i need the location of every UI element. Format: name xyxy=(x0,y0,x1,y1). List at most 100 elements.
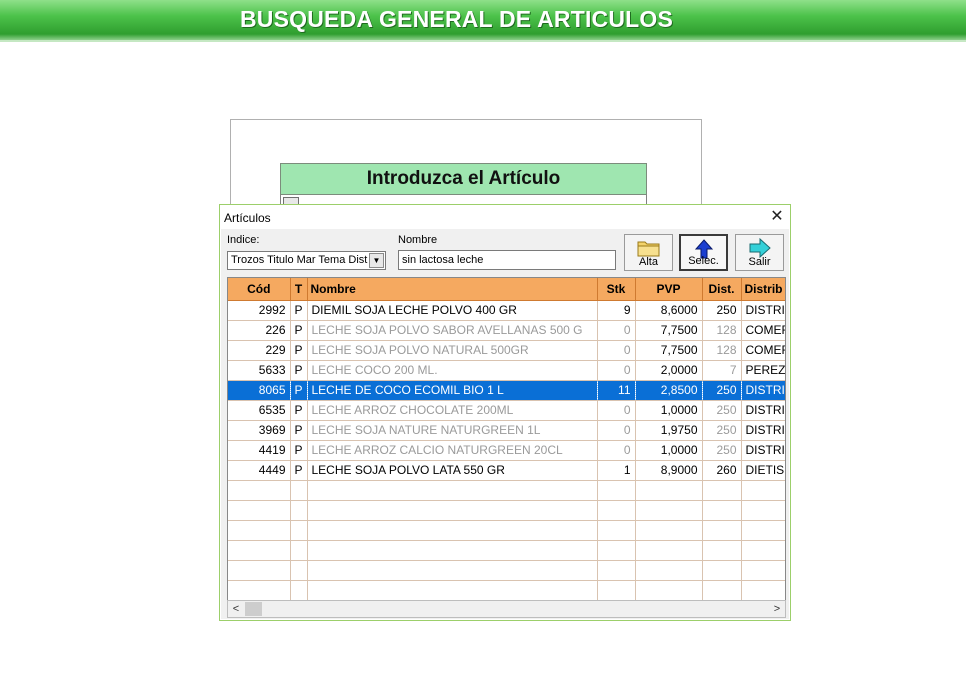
cell-stk: 0 xyxy=(597,400,636,421)
cell-cod: 3969 xyxy=(228,420,291,441)
cell-t: P xyxy=(290,460,308,481)
cell-pvp: 7,7500 xyxy=(635,320,703,341)
table-row[interactable]: 4419 P LECHE ARROZ CALCIO NATURGREEN 20CL 0… xyxy=(228,440,785,461)
cell-nombre: LECHE SOJA NATURE NATURGREEN 1L xyxy=(307,420,598,441)
col-header-stk[interactable]: Stk xyxy=(597,278,636,301)
cell-empty xyxy=(635,540,703,561)
table-row-empty[interactable] xyxy=(228,500,785,521)
cell-cod: 4449 xyxy=(228,460,291,481)
col-header-dist[interactable]: Dist. xyxy=(702,278,742,301)
cell-empty xyxy=(228,500,291,521)
scrollbar-thumb[interactable] xyxy=(245,602,262,616)
table-row[interactable]: 3969 P LECHE SOJA NATURE NATURGREEN 1L 0 1,9… xyxy=(228,420,785,441)
chevron-right-icon[interactable]: > xyxy=(769,601,785,617)
alta-button[interactable]: Alta xyxy=(624,234,673,271)
cell-empty xyxy=(635,500,703,521)
cell-empty xyxy=(597,520,636,541)
table-row-empty[interactable] xyxy=(228,540,785,561)
selec-button-label: Selec. xyxy=(688,255,719,267)
cell-dist: 128 xyxy=(702,340,742,361)
cell-t: P xyxy=(290,420,308,441)
cell-empty xyxy=(597,480,636,501)
cell-empty xyxy=(702,560,742,581)
selec-button[interactable]: Selec. xyxy=(679,234,728,271)
table-row[interactable]: 226 P LECHE SOJA POLVO SABOR AVELLANAS 500… xyxy=(228,320,785,341)
cell-empty xyxy=(702,500,742,521)
header-bar: BUSQUEDA GENERAL DE ARTICULOS xyxy=(0,0,966,42)
cell-nombre: DIEMIL SOJA LECHE POLVO 400 GR xyxy=(307,300,598,321)
cell-empty xyxy=(741,480,785,501)
folder-icon xyxy=(637,241,659,257)
cell-empty xyxy=(307,580,598,601)
cell-dist: 250 xyxy=(702,300,742,321)
horizontal-scrollbar[interactable]: < > xyxy=(227,600,786,618)
cell-empty xyxy=(741,500,785,521)
indice-label: Indice: xyxy=(227,234,260,246)
cell-pvp: 1,9750 xyxy=(635,420,703,441)
cell-nombre: LECHE DE COCO ECOMIL BIO 1 L xyxy=(307,380,598,401)
cell-empty xyxy=(597,540,636,561)
indice-select[interactable]: Trozos Titulo Mar Tema Dist ▼ xyxy=(227,251,386,270)
cell-distrib: DIETIS xyxy=(741,460,785,481)
cell-nombre: LECHE SOJA POLVO NATURAL 500GR xyxy=(307,340,598,361)
col-header-nombre[interactable]: Nombre xyxy=(307,278,598,301)
table-row[interactable]: 8065 P LECHE DE COCO ECOMIL BIO 1 L 11 2,850… xyxy=(228,380,785,401)
table-row-empty[interactable] xyxy=(228,520,785,541)
table-row[interactable]: 4449 P LECHE SOJA POLVO LATA 550 GR 1 8,9000… xyxy=(228,460,785,481)
cell-t: P xyxy=(290,340,308,361)
table-row-empty[interactable] xyxy=(228,560,785,581)
col-header-pvp[interactable]: PVP xyxy=(635,278,703,301)
table-row[interactable]: 229 P LECHE SOJA POLVO NATURAL 500GR 0 7,750… xyxy=(228,340,785,361)
chevron-down-icon[interactable]: ▼ xyxy=(369,253,384,268)
cell-empty xyxy=(741,580,785,601)
cell-empty xyxy=(290,520,308,541)
dialog-body: Indice: Trozos Titulo Mar Tema Dist ▼ No… xyxy=(221,229,789,619)
chevron-left-icon[interactable]: < xyxy=(228,601,244,617)
grid-header-row: Cód T Nombre Stk PVP Dist. Distrib xyxy=(228,278,785,301)
col-header-cod[interactable]: Cód xyxy=(228,278,291,301)
cell-empty xyxy=(635,480,703,501)
cell-empty xyxy=(290,480,308,501)
cell-dist: 260 xyxy=(702,460,742,481)
table-row[interactable]: 5633 P LECHE COCO 200 ML. 0 2,0000 7 PEREZ xyxy=(228,360,785,381)
table-row-empty[interactable] xyxy=(228,580,785,601)
cell-stk: 11 xyxy=(597,380,636,401)
articulos-dialog: Artículos ✕ Indice: Trozos Titulo Mar Te… xyxy=(219,204,791,621)
cell-stk: 0 xyxy=(597,320,636,341)
cell-dist: 250 xyxy=(702,400,742,421)
table-row[interactable]: 2992 P DIEMIL SOJA LECHE POLVO 400 GR 9 8,60… xyxy=(228,300,785,321)
nombre-input[interactable]: sin lactosa leche xyxy=(398,250,616,270)
cell-nombre: LECHE SOJA POLVO LATA 550 GR xyxy=(307,460,598,481)
table-row[interactable]: 6535 P LECHE ARROZ CHOCOLATE 200ML 0 1,0000 2… xyxy=(228,400,785,421)
cell-empty xyxy=(702,580,742,601)
cell-stk: 1 xyxy=(597,460,636,481)
cell-empty xyxy=(290,500,308,521)
cell-cod: 2992 xyxy=(228,300,291,321)
cell-empty xyxy=(307,480,598,501)
cell-empty xyxy=(307,500,598,521)
articulos-grid[interactable]: Cód T Nombre Stk PVP Dist. Distrib 2992 P… xyxy=(227,277,786,618)
cell-distrib: COMER xyxy=(741,320,785,341)
cell-empty xyxy=(290,560,308,581)
cell-empty xyxy=(635,560,703,581)
articulos-table: Cód T Nombre Stk PVP Dist. Distrib 2992 P… xyxy=(228,278,785,601)
cell-dist: 250 xyxy=(702,380,742,401)
col-header-t[interactable]: T xyxy=(290,278,308,301)
cell-distrib: DISTRI xyxy=(741,420,785,441)
cell-pvp: 7,7500 xyxy=(635,340,703,361)
salir-button[interactable]: Salir xyxy=(735,234,784,271)
cell-empty xyxy=(702,540,742,561)
col-header-distrib[interactable]: Distrib xyxy=(741,278,785,301)
cell-t: P xyxy=(290,400,308,421)
close-icon[interactable]: ✕ xyxy=(768,208,786,226)
nombre-label: Nombre xyxy=(398,234,438,246)
cell-distrib: DISTRI xyxy=(741,380,785,401)
cell-nombre: LECHE ARROZ CHOCOLATE 200ML xyxy=(307,400,598,421)
cell-empty xyxy=(741,540,785,561)
cell-distrib: DISTRI xyxy=(741,300,785,321)
cell-cod: 6535 xyxy=(228,400,291,421)
cell-t: P xyxy=(290,360,308,381)
table-row-empty[interactable] xyxy=(228,480,785,501)
cell-cod: 4419 xyxy=(228,440,291,461)
cell-empty xyxy=(741,520,785,541)
